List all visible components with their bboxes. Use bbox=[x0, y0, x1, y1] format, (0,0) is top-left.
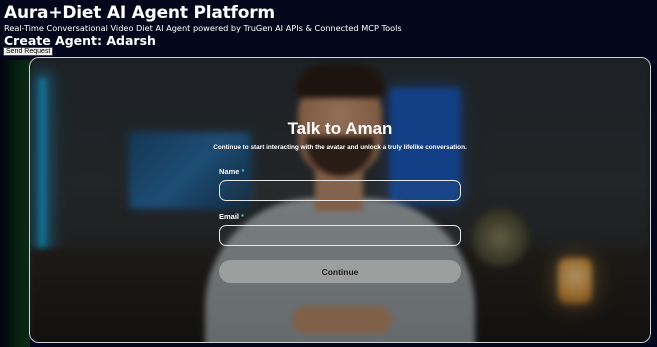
required-marker: * bbox=[241, 167, 245, 176]
left-glow-decoration bbox=[0, 60, 30, 347]
avatar-video-frame: Talk to Aman Continue to start interacti… bbox=[29, 57, 651, 343]
talk-form: Talk to Aman Continue to start interacti… bbox=[30, 58, 650, 342]
email-input[interactable] bbox=[219, 225, 461, 246]
app-subtitle: Real-Time Conversational Video Diet AI A… bbox=[4, 23, 402, 33]
email-label: Email * bbox=[219, 212, 244, 221]
send-request-button[interactable]: Send Request bbox=[3, 47, 54, 56]
app-title: Aura+Diet AI Agent Platform bbox=[4, 3, 275, 23]
name-label: Name * bbox=[219, 167, 245, 176]
name-input[interactable] bbox=[219, 180, 461, 201]
form-description: Continue to start interacting with the a… bbox=[213, 144, 467, 151]
agent-heading: Create Agent: Adarsh bbox=[4, 33, 156, 48]
form-title: Talk to Aman bbox=[287, 119, 393, 138]
continue-button[interactable]: Continue bbox=[219, 260, 461, 283]
required-marker: * bbox=[241, 212, 244, 221]
